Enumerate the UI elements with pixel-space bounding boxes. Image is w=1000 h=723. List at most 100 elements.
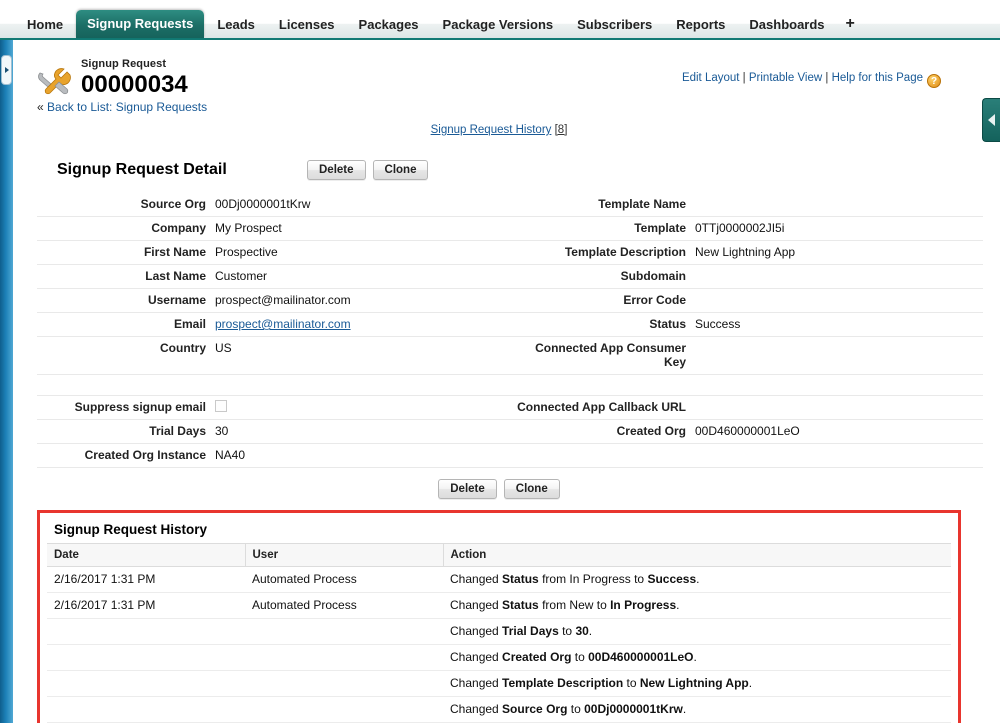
- signup-request-history-panel: Signup Request History Date User Action …: [37, 510, 961, 723]
- field-value: [695, 265, 983, 289]
- left-sidebar-rail: [0, 40, 13, 723]
- action-text: to: [623, 676, 640, 690]
- back-to-list[interactable]: « Back to List: Signup Requests: [37, 100, 207, 114]
- edit-layout-link[interactable]: Edit Layout: [682, 72, 740, 84]
- back-chevron-icon: «: [37, 100, 44, 114]
- tab-licenses[interactable]: Licenses: [268, 12, 346, 38]
- action-text: Changed: [450, 650, 502, 664]
- tab-reports[interactable]: Reports: [665, 12, 736, 38]
- detail-top-button-row: Delete Clone: [307, 160, 428, 180]
- action-emphasis: 30: [575, 624, 588, 638]
- history-cell-date: [47, 697, 245, 723]
- detail-section-header: Signup Request Detail Delete Clone: [37, 156, 961, 184]
- tab-dashboards[interactable]: Dashboards: [738, 12, 835, 38]
- column-spacer: [503, 265, 517, 289]
- detail-bottom-button-row: Delete Clone: [37, 479, 961, 499]
- field-label: Connected App Consumer Key: [517, 337, 695, 375]
- detail-row: CompanyMy ProspectTemplate0TTj0000002JI5…: [37, 217, 983, 241]
- history-col-user[interactable]: User: [245, 544, 443, 567]
- header-utility-links: Edit Layout | Printable View | Help for …: [682, 72, 941, 88]
- field-label: [37, 375, 215, 396]
- history-cell-date: 2/16/2017 1:31 PM: [47, 567, 245, 593]
- field-value: [695, 444, 983, 468]
- action-text: .: [683, 702, 686, 716]
- clone-button-bottom[interactable]: Clone: [504, 479, 560, 499]
- field-value[interactable]: prospect@mailinator.com: [215, 313, 503, 337]
- suppress-signup-email-checkbox[interactable]: [215, 400, 227, 412]
- help-icon[interactable]: ?: [927, 74, 941, 88]
- column-spacer: [503, 217, 517, 241]
- column-spacer: [503, 241, 517, 265]
- field-label: Subdomain: [517, 265, 695, 289]
- related-list-count: [8]: [555, 124, 568, 136]
- history-cell-user: [245, 645, 443, 671]
- detail-row: Created Org InstanceNA40: [37, 444, 983, 468]
- primary-tab-bar: Home Signup Requests Leads Licenses Pack…: [0, 0, 1000, 40]
- column-spacer: [503, 420, 517, 444]
- column-spacer: [503, 193, 517, 217]
- salesforce-record-page: Home Signup Requests Leads Licenses Pack…: [0, 0, 1000, 723]
- record-content: Signup Request 00000034 Edit Layout | Pr…: [13, 40, 981, 723]
- field-label: Connected App Callback URL: [517, 396, 695, 420]
- action-emphasis: Trial Days: [502, 624, 559, 638]
- tab-home[interactable]: Home: [16, 12, 74, 38]
- field-value: [695, 375, 983, 396]
- field-value: [215, 375, 503, 396]
- detail-row: Suppress signup emailConnected App Callb…: [37, 396, 983, 420]
- help-for-this-page-link[interactable]: Help for this Page: [832, 72, 923, 84]
- detail-row: Usernameprospect@mailinator.comError Cod…: [37, 289, 983, 313]
- field-label: Email: [37, 313, 215, 337]
- signup-request-detail-section: Signup Request Detail Delete Clone Sourc…: [37, 156, 961, 499]
- action-text: Changed: [450, 598, 502, 612]
- action-emphasis: 00Dj0000001tKrw: [584, 702, 683, 716]
- delete-button-top[interactable]: Delete: [307, 160, 366, 180]
- history-cell-action: Changed Trial Days to 30.: [443, 619, 951, 645]
- table-row: 2/16/2017 1:31 PMAutomated ProcessChange…: [47, 593, 951, 619]
- history-col-action[interactable]: Action: [443, 544, 951, 567]
- detail-section-title: Signup Request Detail: [57, 161, 307, 179]
- action-emphasis: Status: [502, 598, 539, 612]
- column-spacer: [503, 313, 517, 337]
- action-emphasis: New Lightning App: [640, 676, 749, 690]
- field-value: My Prospect: [215, 217, 503, 241]
- record-object-label: Signup Request: [81, 58, 188, 70]
- tools-icon: [37, 66, 71, 96]
- tab-leads[interactable]: Leads: [206, 12, 266, 38]
- action-text: Changed: [450, 624, 502, 638]
- right-panel-collapse-handle[interactable]: [982, 98, 1000, 142]
- chevron-right-icon: [5, 67, 9, 73]
- field-value: Customer: [215, 265, 503, 289]
- sidebar-expand-handle[interactable]: [1, 55, 12, 85]
- column-spacer: [503, 289, 517, 313]
- related-list-anchor: Signup Request History [8]: [37, 124, 961, 136]
- action-text: to: [571, 650, 588, 664]
- field-label: [517, 375, 695, 396]
- signup-request-history-anchor-link[interactable]: Signup Request History: [431, 124, 552, 136]
- field-value: prospect@mailinator.com: [215, 289, 503, 313]
- field-value[interactable]: [215, 396, 503, 420]
- history-header-row: Date User Action: [47, 544, 951, 567]
- back-to-list-link[interactable]: Back to List: Signup Requests: [47, 100, 207, 114]
- printable-view-link[interactable]: Printable View: [749, 72, 822, 84]
- history-col-date[interactable]: Date: [47, 544, 245, 567]
- clone-button-top[interactable]: Clone: [373, 160, 429, 180]
- field-value: 0TTj0000002JI5i: [695, 217, 983, 241]
- history-cell-action: Changed Status from New to In Progress.: [443, 593, 951, 619]
- tab-subscribers[interactable]: Subscribers: [566, 12, 663, 38]
- table-row: Changed Trial Days to 30.: [47, 619, 951, 645]
- tab-signup-requests[interactable]: Signup Requests: [76, 10, 204, 38]
- tab-package-versions[interactable]: Package Versions: [432, 12, 565, 38]
- delete-button-bottom[interactable]: Delete: [438, 479, 497, 499]
- detail-row: Trial Days30Created Org00D460000001LeO: [37, 420, 983, 444]
- field-value: Success: [695, 313, 983, 337]
- column-spacer: [503, 337, 517, 375]
- email-link[interactable]: prospect@mailinator.com: [215, 317, 351, 331]
- add-tab-button[interactable]: +: [838, 12, 863, 38]
- action-text: .: [749, 676, 752, 690]
- tab-packages[interactable]: Packages: [348, 12, 430, 38]
- detail-row: First NameProspectiveTemplate Descriptio…: [37, 241, 983, 265]
- action-text: Changed: [450, 572, 502, 586]
- action-text: .: [589, 624, 592, 638]
- table-row: 2/16/2017 1:31 PMAutomated ProcessChange…: [47, 567, 951, 593]
- link-separator-2: |: [822, 72, 831, 84]
